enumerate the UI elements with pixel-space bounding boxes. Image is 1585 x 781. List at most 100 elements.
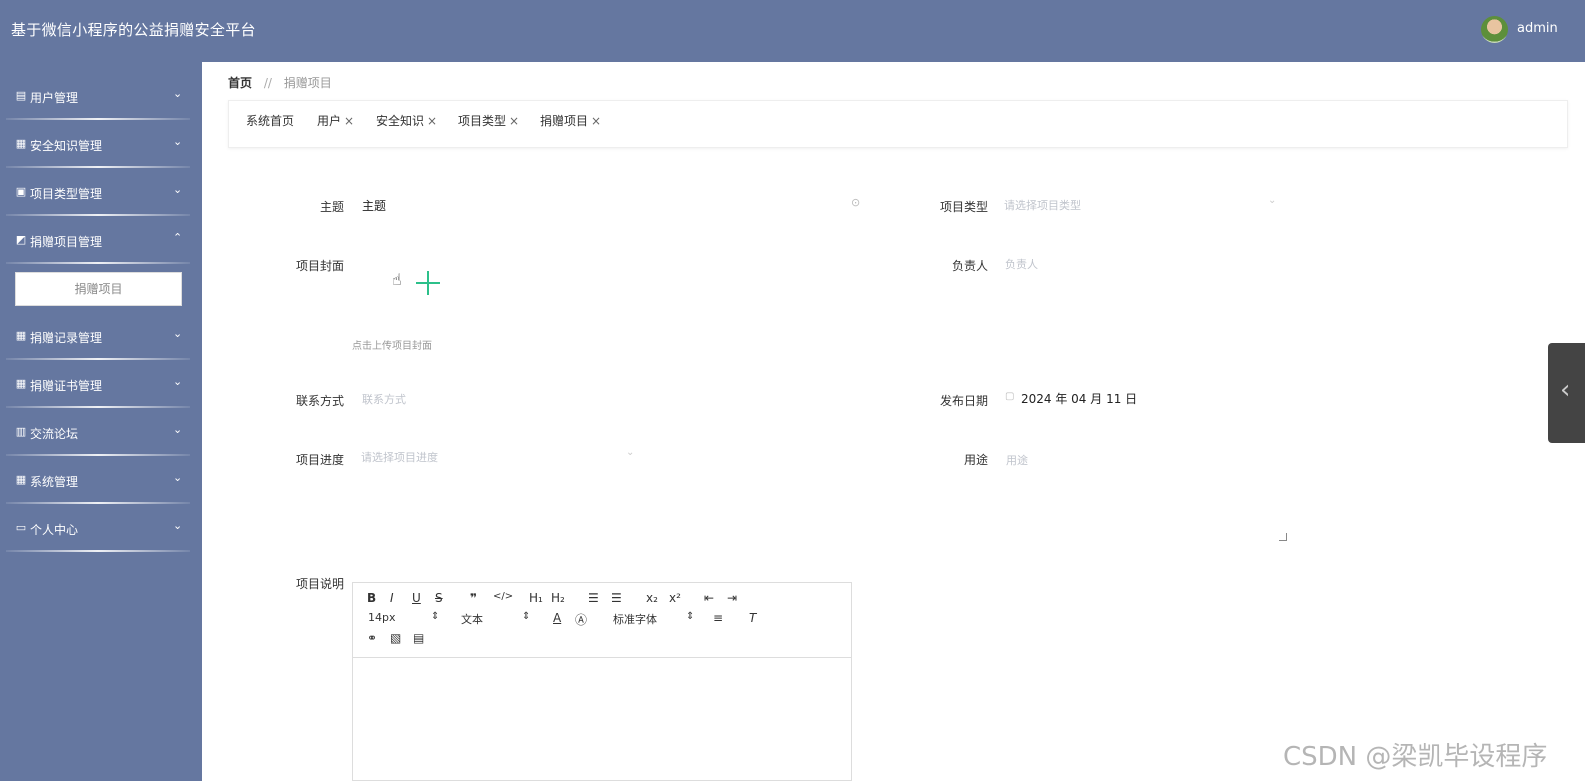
tag-home[interactable]: 系统首页 bbox=[246, 112, 294, 129]
editor-body[interactable] bbox=[353, 659, 851, 780]
sidebar-subitem-donation-project[interactable]: 捐赠项目 bbox=[15, 272, 182, 306]
leader-label: 负责人 bbox=[951, 259, 988, 273]
cover-label: 项目封面 bbox=[295, 259, 344, 273]
tags-bar: 系统首页 用户 × 安全知识 × 项目类型 × 捐赠项目 × bbox=[228, 100, 1568, 148]
tag-label: 项目类型 bbox=[458, 114, 507, 128]
grid-icon: ▦ bbox=[15, 377, 27, 390]
grid-icon: ▦ bbox=[15, 473, 27, 486]
sidebar-item-personal-center[interactable]: ▭ 个人中心 ⌄ bbox=[0, 504, 202, 552]
subscript-icon[interactable]: x₂ bbox=[646, 591, 658, 605]
heading-select[interactable]: 文本 bbox=[461, 611, 483, 627]
strikethrough-icon[interactable]: S bbox=[435, 591, 443, 605]
video-icon[interactable]: ▤ bbox=[413, 631, 424, 645]
upload-plus-icon[interactable] bbox=[416, 271, 440, 295]
underline-icon[interactable]: U bbox=[412, 591, 421, 605]
subject-label: 主题 bbox=[319, 200, 344, 214]
usage-label: 用途 bbox=[963, 453, 988, 467]
breadcrumb-home[interactable]: 首页 bbox=[228, 76, 252, 90]
sidebar-item-label: 个人中心 bbox=[30, 523, 79, 537]
progress-select[interactable]: 请选择项目进度 bbox=[361, 449, 438, 465]
heading2-icon[interactable]: H₂ bbox=[551, 591, 565, 605]
chevron-down-icon[interactable]: ⌄ bbox=[626, 447, 634, 458]
sidebar-item-project-type[interactable]: ▣ 项目类型管理 ⌄ bbox=[0, 168, 202, 216]
progress-label: 项目进度 bbox=[295, 453, 344, 467]
tag-label: 用户 bbox=[317, 114, 342, 128]
sidebar-item-label: 系统管理 bbox=[30, 475, 79, 489]
sidebar-item-certificate[interactable]: ▦ 捐赠证书管理 ⌄ bbox=[0, 360, 202, 408]
card-icon: ▭ bbox=[15, 521, 27, 534]
tag-safety-knowledge[interactable]: 安全知识 × bbox=[376, 112, 437, 129]
close-icon[interactable]: × bbox=[591, 114, 601, 128]
tag-project-type[interactable]: 项目类型 × bbox=[458, 112, 519, 129]
link-icon[interactable]: ⚭ bbox=[367, 631, 377, 645]
sidebar-item-label: 交流论坛 bbox=[30, 427, 79, 441]
sidebar-item-label: 捐赠证书管理 bbox=[30, 379, 103, 393]
usage-textarea[interactable]: 用途 bbox=[1006, 452, 1028, 468]
date-label: 发布日期 bbox=[939, 394, 988, 408]
top-bar: 基于微信小程序的公益捐赠安全平台 admin bbox=[0, 0, 1585, 62]
heading1-icon[interactable]: H₁ bbox=[529, 591, 543, 605]
sidebar: ▤ 用户管理 ⌄ ▦ 安全知识管理 ⌄ ▣ 项目类型管理 ⌄ ◩ 捐赠项目管理 … bbox=[0, 62, 202, 781]
quote-icon[interactable]: ❞ bbox=[470, 591, 477, 605]
editor-toolbar: B I U S ❞ </> H₁ H₂ ☰ ☰ x₂ x² ⇤ ⇥ 14px ⇕… bbox=[353, 583, 851, 658]
image-icon[interactable]: ▧ bbox=[390, 631, 401, 645]
align-icon[interactable]: ≡ bbox=[713, 611, 723, 625]
close-icon[interactable]: × bbox=[427, 114, 437, 128]
sidebar-item-label: 项目类型管理 bbox=[30, 187, 103, 201]
chevron-down-icon[interactable]: ⌄ bbox=[1268, 195, 1276, 206]
italic-icon[interactable]: I bbox=[390, 591, 394, 605]
subject-input[interactable]: 主题 bbox=[362, 197, 386, 214]
chevron-left-icon: ‹ bbox=[1560, 375, 1571, 405]
chevron-updown-icon: ⇕ bbox=[522, 611, 531, 622]
chevron-down-icon: ⌄ bbox=[173, 471, 183, 484]
sidebar-item-donation-project[interactable]: ◩ 捐赠项目管理 ⌃ bbox=[0, 216, 202, 264]
sidebar-item-forum[interactable]: ▥ 交流论坛 ⌄ bbox=[0, 408, 202, 456]
background-color-icon[interactable]: Ⓐ bbox=[575, 611, 587, 628]
tag-label: 捐赠项目 bbox=[540, 114, 589, 128]
avatar[interactable] bbox=[1481, 16, 1508, 43]
ordered-list-icon[interactable]: ☰ bbox=[588, 591, 599, 605]
bullet-list-icon[interactable]: ☰ bbox=[611, 591, 622, 605]
chevron-up-icon: ⌃ bbox=[173, 231, 183, 244]
sidebar-item-label: 用户管理 bbox=[30, 91, 79, 105]
code-icon[interactable]: </> bbox=[493, 591, 513, 602]
font-color-icon[interactable]: A bbox=[553, 611, 561, 625]
hand-cursor-icon: ☝ bbox=[392, 270, 402, 289]
close-icon[interactable]: × bbox=[509, 114, 519, 128]
description-label: 项目说明 bbox=[295, 577, 344, 591]
project-type-label: 项目类型 bbox=[939, 200, 988, 214]
sidebar-item-safety-knowledge[interactable]: ▦ 安全知识管理 ⌄ bbox=[0, 120, 202, 168]
outdent-icon[interactable]: ⇤ bbox=[704, 591, 714, 605]
contact-label: 联系方式 bbox=[295, 394, 344, 408]
divider bbox=[6, 262, 190, 264]
leader-input[interactable]: 负责人 bbox=[1005, 256, 1038, 272]
breadcrumb-separator: // bbox=[263, 76, 272, 90]
bold-icon[interactable]: B bbox=[367, 591, 376, 605]
chevron-down-icon: ⌄ bbox=[173, 375, 183, 388]
username[interactable]: admin bbox=[1517, 21, 1558, 36]
breadcrumb: 首页 // 捐赠项目 bbox=[228, 74, 332, 91]
chart-icon: ▤ bbox=[15, 89, 27, 102]
clear-format-icon[interactable]: T bbox=[749, 611, 756, 625]
side-panel-toggle[interactable]: ‹ bbox=[1548, 343, 1585, 443]
contact-input[interactable]: 联系方式 bbox=[362, 391, 406, 407]
tag-user[interactable]: 用户 × bbox=[317, 112, 354, 129]
tag-donation-project[interactable]: 捐赠项目 × bbox=[540, 112, 601, 129]
project-type-select[interactable]: 请选择项目类型 bbox=[1004, 197, 1081, 213]
textarea-resize-handle[interactable] bbox=[1279, 533, 1287, 541]
chevron-down-icon: ⌄ bbox=[173, 519, 183, 532]
superscript-icon[interactable]: x² bbox=[669, 591, 681, 605]
font-size-select[interactable]: 14px bbox=[368, 611, 396, 624]
sidebar-item-donation-record[interactable]: ▦ 捐赠记录管理 ⌄ bbox=[0, 312, 202, 360]
clear-icon[interactable]: ⊙ bbox=[851, 196, 860, 209]
date-input[interactable]: 2024 年 04 月 11 日 bbox=[1021, 390, 1137, 407]
sidebar-item-label: 捐赠项目管理 bbox=[30, 235, 103, 249]
watermark: CSDN @梁凯毕设程序 bbox=[1283, 742, 1548, 772]
close-icon[interactable]: × bbox=[344, 114, 354, 128]
font-family-select[interactable]: 标准字体 bbox=[613, 611, 657, 627]
sidebar-item-user-management[interactable]: ▤ 用户管理 ⌄ bbox=[0, 72, 202, 120]
briefcase-icon: ▣ bbox=[15, 185, 27, 198]
chevron-down-icon: ⌄ bbox=[173, 183, 183, 196]
indent-icon[interactable]: ⇥ bbox=[727, 591, 737, 605]
sidebar-item-system[interactable]: ▦ 系统管理 ⌄ bbox=[0, 456, 202, 504]
